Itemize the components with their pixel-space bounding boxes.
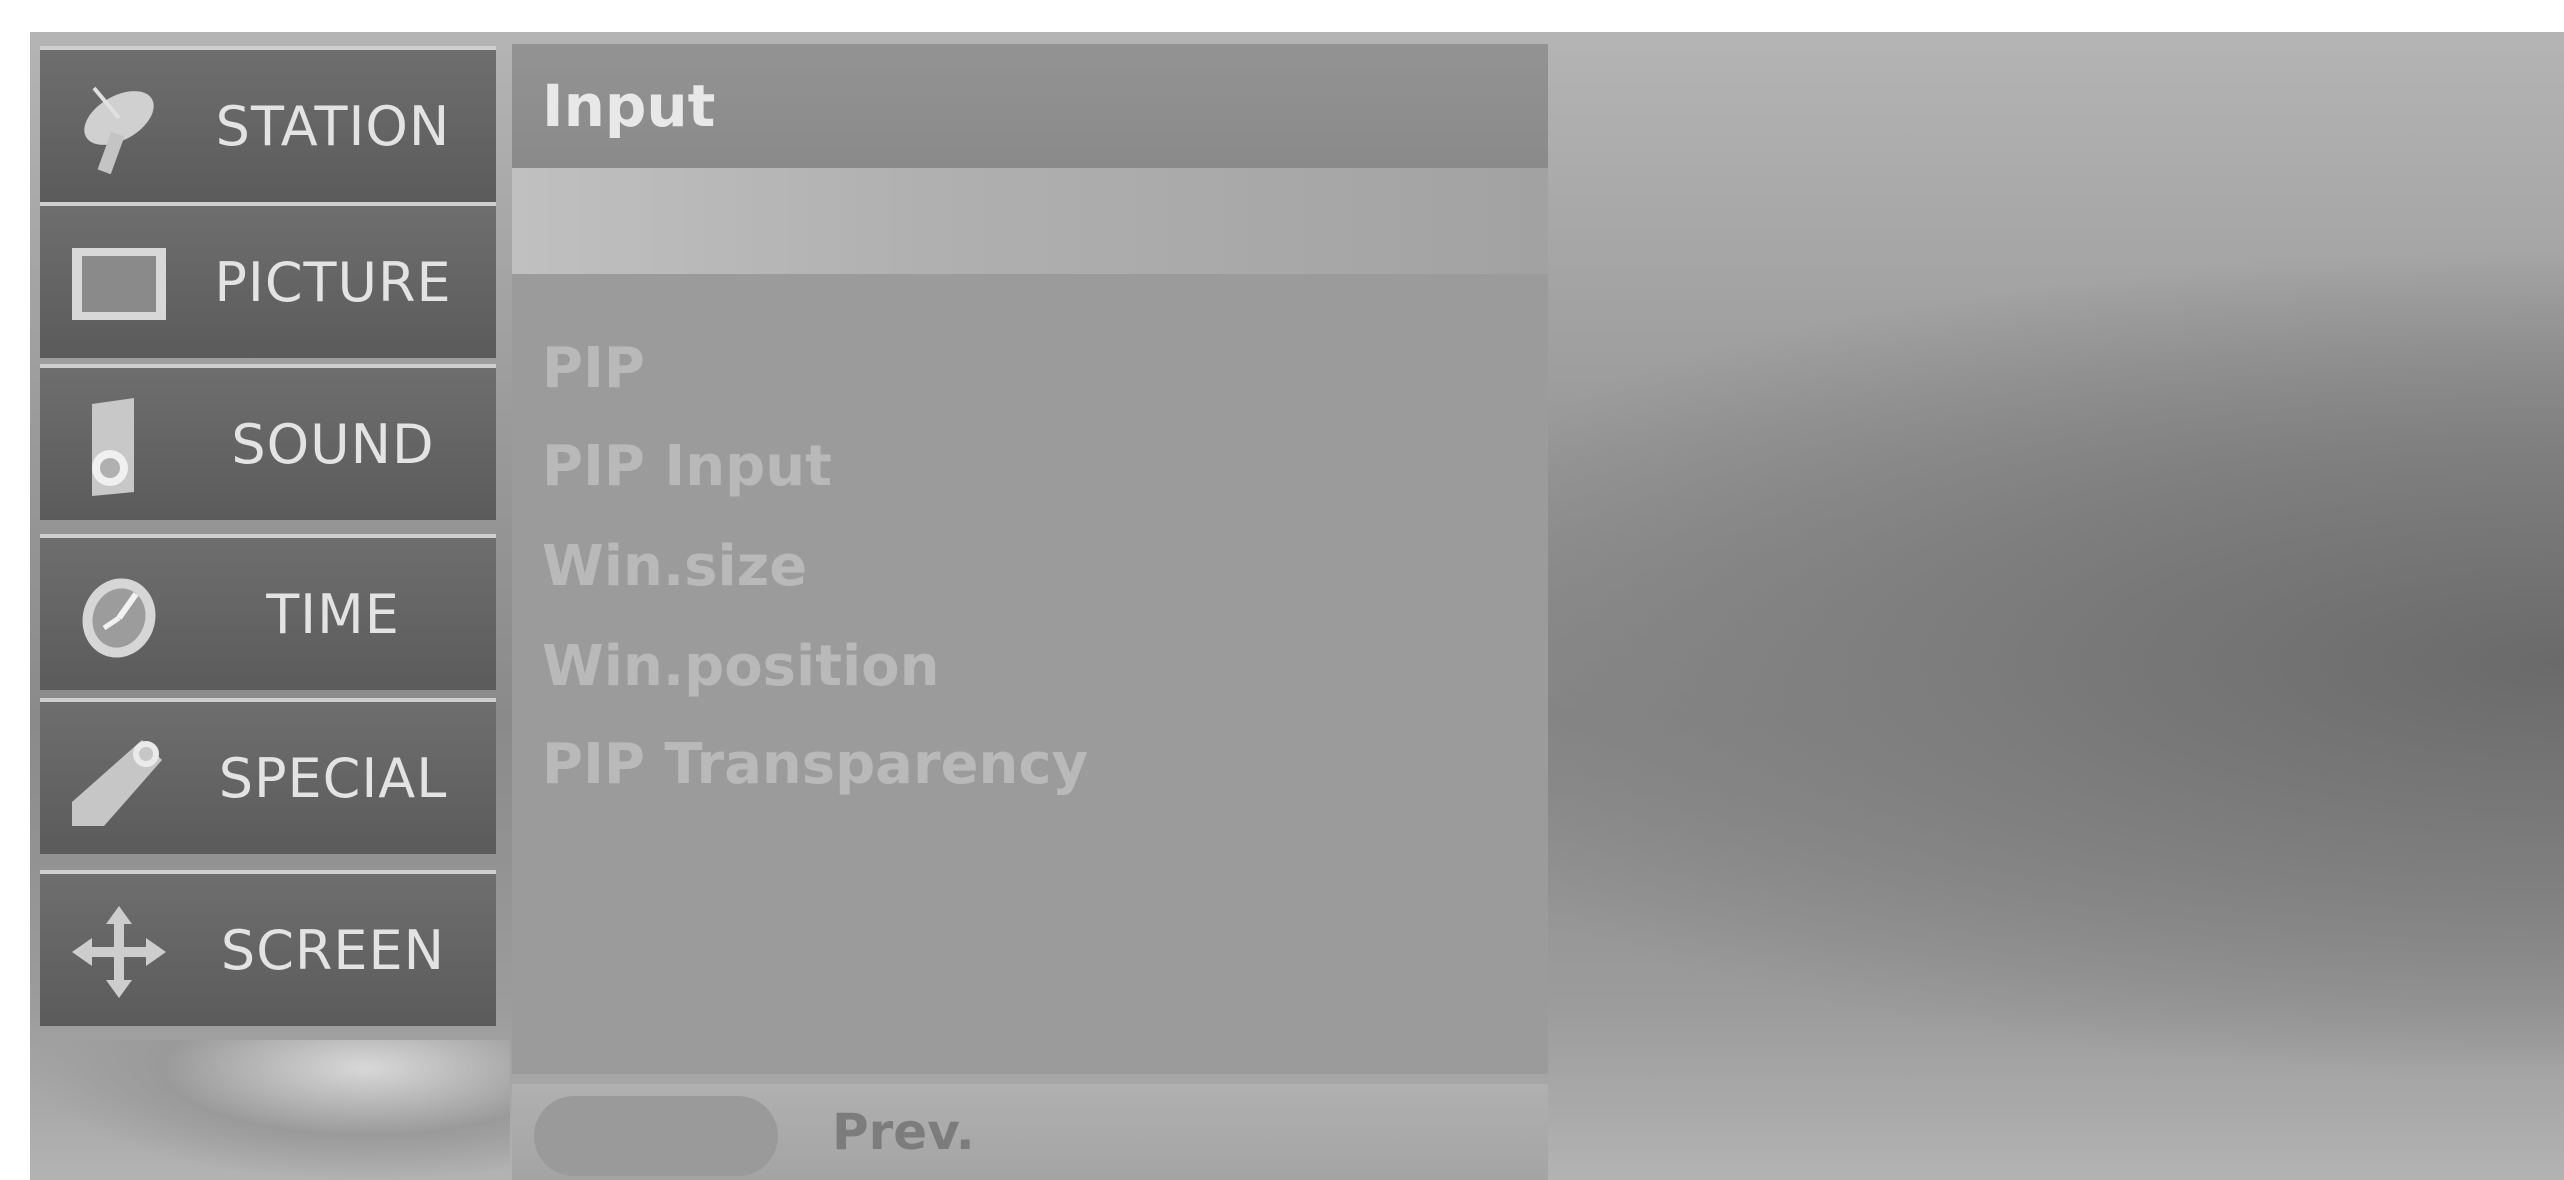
prev-label: Prev. <box>832 1103 975 1161</box>
selection-band <box>512 168 1548 274</box>
picture-frame-icon <box>64 234 174 334</box>
prev-button[interactable] <box>534 1096 778 1176</box>
sidebar-item-label: PICTURE <box>214 250 452 314</box>
background-glow <box>30 1040 510 1180</box>
menu-option-pip[interactable]: PIP <box>542 324 645 414</box>
sidebar-item-station[interactable]: STATION <box>40 46 496 202</box>
sidebar-item-picture[interactable]: PICTURE <box>40 202 496 358</box>
sidebar-item-time[interactable]: TIME <box>40 534 496 690</box>
submenu-options: PIP PIP Input Win.size Win.position PIP … <box>512 274 1548 1074</box>
submenu-header: Input <box>512 44 1548 168</box>
footer-bar: Prev. <box>512 1084 1548 1180</box>
menu-option-win-position[interactable]: Win.position <box>542 622 940 712</box>
clock-icon <box>64 566 174 666</box>
sidebar-item-sound[interactable]: SOUND <box>40 364 496 520</box>
sidebar-item-label: STATION <box>215 94 451 158</box>
submenu-panel: Input PIP PIP Input Win.size Win.positio… <box>512 44 1548 1084</box>
menu-option-pip-transparency[interactable]: PIP Transparency <box>542 720 1088 810</box>
sidebar-item-screen[interactable]: SCREEN <box>40 870 496 1026</box>
satellite-dish-icon <box>64 78 174 178</box>
sidebar-item-label: SCREEN <box>220 918 446 982</box>
menu-option-win-size[interactable]: Win.size <box>542 522 807 612</box>
tag-icon <box>64 730 174 830</box>
move-arrows-icon <box>64 902 174 1002</box>
submenu-title: Input <box>542 72 716 140</box>
sidebar-item-label: TIME <box>266 582 400 646</box>
main-menu-sidebar: STATION PICTURE SOUND TIME SPECIAL SCREE… <box>40 46 496 1040</box>
sidebar-item-label: SPECIAL <box>218 746 448 810</box>
menu-option-pip-input[interactable]: PIP Input <box>542 422 832 512</box>
sidebar-item-label: SOUND <box>231 412 435 476</box>
sidebar-item-special[interactable]: SPECIAL <box>40 698 496 854</box>
speaker-icon <box>64 396 174 496</box>
